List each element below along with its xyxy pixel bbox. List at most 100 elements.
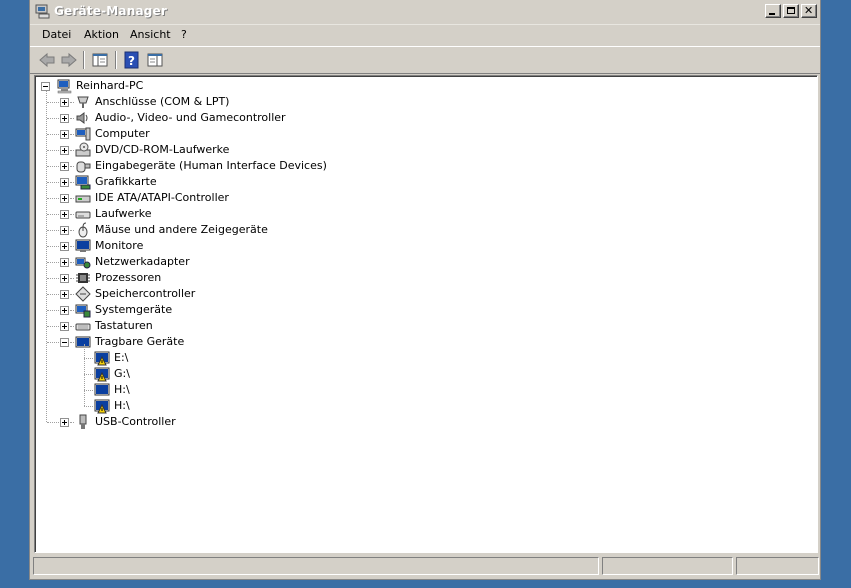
show-hide-console-tree-icon[interactable] [90,50,110,70]
tree-category-label: Mäuse und andere Zeigegeräte [95,223,268,236]
device-manager-app-icon [35,4,50,19]
expander-expand[interactable] [60,114,69,123]
close-button[interactable]: ✕ [801,4,817,18]
maximize-button[interactable] [783,4,799,18]
tree-connector [70,278,74,279]
device-manager-window: Geräte-Manager ✕ Datei Aktion Ansicht ? [29,0,821,580]
tree-connector [84,344,85,406]
menu-ansicht[interactable]: Ansicht [130,28,171,41]
tree-connector [84,374,93,375]
network-icon [75,257,91,269]
toolbar: ? [30,47,820,74]
maximize-icon [787,7,795,14]
menu-help[interactable]: ? [181,28,187,41]
expander-expand[interactable] [60,98,69,107]
tree-connector [47,166,59,167]
computer-icon [57,79,72,94]
processor-icon [76,273,90,283]
expander-expand[interactable] [60,418,69,427]
device-warning-icon [94,351,110,366]
tree-category-node[interactable]: Eingabegeräte (Human Interface Devices) [35,158,335,174]
tree-connector [70,102,74,103]
tree-connector [84,390,93,391]
expander-expand[interactable] [60,274,69,283]
tree-connector [70,134,74,135]
tree-connector [70,342,74,343]
tree-category-node[interactable]: USB-Controller [35,414,335,430]
expander-expand[interactable] [60,258,69,267]
back-icon[interactable] [37,50,57,70]
tree-category-label: Netzwerkadapter [95,255,190,268]
menu-datei[interactable]: Datei [42,28,71,41]
tree-connector [47,278,59,279]
minimize-icon [769,13,775,15]
tree-category-node[interactable]: Monitore [35,238,335,254]
menu-aktion[interactable]: Aktion [84,28,119,41]
tree-category-node[interactable]: IDE ATA/ATAPI-Controller [35,190,335,206]
tree-category-node[interactable]: Anschlüsse (COM & LPT) [35,94,335,110]
tree-category-node[interactable]: DVD/CD-ROM-Laufwerke [35,142,335,158]
tree-category-node[interactable]: Mäuse und andere Zeigegeräte [35,222,335,238]
properties-icon[interactable] [145,50,165,70]
expander-expand[interactable] [60,322,69,331]
tree-category-node[interactable]: Audio-, Video- und Gamecontroller [35,110,335,126]
expander-expand[interactable] [60,162,69,171]
tree-category-label: Laufwerke [95,207,152,220]
tree-category-node[interactable]: Tragbare Geräte [35,334,335,350]
expander-expand[interactable] [60,290,69,299]
hid-icon [76,161,91,173]
help-icon[interactable]: ? [122,50,142,70]
tree-connector [70,246,74,247]
expander-expand[interactable] [60,226,69,235]
tree-device-node[interactable]: H:\ [35,382,235,398]
expander-expand[interactable] [60,306,69,315]
tree-connector [47,102,59,103]
tree-device-label: H:\ [114,399,130,412]
expander-collapse[interactable] [41,82,50,91]
expander-expand[interactable] [60,242,69,251]
tree-category-label: Monitore [95,239,144,252]
tree-device-node[interactable]: H:\ [35,398,235,414]
forward-icon[interactable] [59,50,79,70]
title-bar[interactable]: Geräte-Manager ✕ [30,0,820,25]
tree-connector [47,182,59,183]
expander-expand[interactable] [60,210,69,219]
tree-device-node[interactable]: E:\ [35,350,235,366]
tree-connector [46,91,47,422]
tree-connector [70,294,74,295]
tree-connector [47,326,59,327]
tree-category-node[interactable]: Grafikkarte [35,174,335,190]
expander-expand[interactable] [60,130,69,139]
mouse-icon [78,222,88,238]
tree-device-node[interactable]: G:\ [35,366,235,382]
tree-category-node[interactable]: Computer [35,126,335,142]
tree-category-label: IDE ATA/ATAPI-Controller [95,191,229,204]
tree-category-node[interactable]: Tastaturen [35,318,335,334]
tree-connector [70,230,74,231]
usb-icon [79,414,87,429]
expander-collapse[interactable] [60,338,69,347]
audio-icon [76,112,88,124]
tree-category-label: Grafikkarte [95,175,157,188]
minimize-button[interactable] [765,4,781,18]
tree-connector [47,150,59,151]
tree-category-node[interactable]: Speichercontroller [35,286,335,302]
device-warning-icon [94,367,110,382]
tree-category-node[interactable]: Netzwerkadapter [35,254,335,270]
expander-expand[interactable] [60,178,69,187]
tree-category-node[interactable]: Prozessoren [35,270,335,286]
tree-connector [47,230,59,231]
tree-root-node[interactable]: Reinhard-PC [35,78,235,94]
tree-category-node[interactable]: Systemgeräte [35,302,335,318]
tree-connector [84,358,93,359]
device-tree[interactable]: Reinhard-PC Anschlüsse (COM & LPT) Audio-,… [34,75,818,553]
monitor-icon [75,239,91,252]
display-adapter-icon [75,175,91,190]
expander-expand[interactable] [60,194,69,203]
tree-category-node[interactable]: Laufwerke [35,206,335,222]
device-icon [94,383,110,396]
tree-category-label: Eingabegeräte (Human Interface Devices) [95,159,327,172]
svg-text:?: ? [128,54,135,68]
expander-expand[interactable] [60,146,69,155]
tree-connector [70,198,74,199]
